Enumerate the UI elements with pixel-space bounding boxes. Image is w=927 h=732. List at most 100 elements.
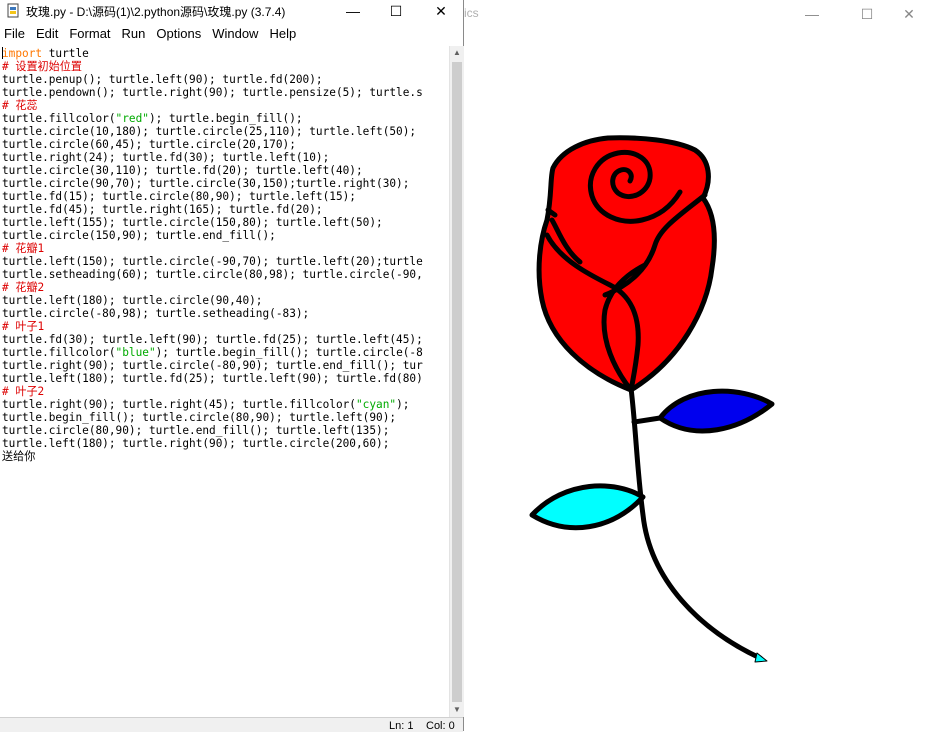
python-file-icon [7, 3, 19, 18]
leaf-connector [631, 415, 663, 425]
menu-bar: File Edit Format Run Options Window Help [0, 22, 463, 46]
code-line[interactable]: turtle.left(180); turtle.fd(25); turtle.… [2, 372, 448, 385]
code-token: ); turtle.begin_fill(); [148, 112, 303, 125]
code-line[interactable]: turtle.fd(30); turtle.left(90); turtle.f… [2, 333, 448, 346]
code-line[interactable]: turtle.setheading(60); turtle.circle(80,… [2, 268, 448, 281]
vertical-scrollbar[interactable]: ▲ ▼ [449, 46, 464, 717]
code-token: "red" [115, 112, 149, 125]
code-token: turtle.fillcolor( [2, 112, 116, 125]
code-line[interactable]: turtle.circle(-80,98); turtle.setheading… [2, 307, 448, 320]
code-token: turtle.fd(45); turtle.right(165); turtle… [2, 203, 323, 216]
turtle-canvas [529, 135, 775, 663]
code-line[interactable]: turtle.fillcolor("red"); turtle.begin_fi… [2, 112, 448, 125]
code-token: turtle.circle(30,110); turtle.fd(20); tu… [2, 164, 363, 177]
code-token: ); turtle.begin_fill(); turtle.circle(-8 [155, 346, 423, 359]
turtle-minimize-button[interactable]: — [789, 0, 835, 28]
code-token: turtle.circle(150,90); turtle.end_fill()… [2, 229, 276, 242]
code-token: turtle.circle(80,90); turtle.end_fill();… [2, 424, 390, 437]
menu-help[interactable]: Help [265, 22, 303, 46]
code-token: # 花瓣2 [2, 281, 45, 294]
turtle-window-title: ics [464, 6, 479, 20]
editor-close-button[interactable]: ✕ [418, 0, 464, 22]
code-token: 送给你 [2, 450, 36, 463]
code-line[interactable]: turtle.left(180); turtle.circle(90,40); [2, 294, 448, 307]
code-line[interactable]: turtle.circle(60,45); turtle.circle(20,1… [2, 138, 448, 151]
editor-titlebar[interactable]: 玫瑰.py - D:\源码(1)\2.python源码\玫瑰.py (3.7.4… [0, 0, 463, 22]
code-token: turtle.circle(-80,98); turtle.setheading… [2, 307, 310, 320]
menu-options[interactable]: Options [152, 22, 208, 46]
code-line[interactable]: # 叶子2 [2, 385, 448, 398]
turtle-cursor-icon [754, 652, 768, 663]
code-line[interactable]: turtle.fd(45); turtle.right(165); turtle… [2, 203, 448, 216]
code-token: turtle.fd(15); turtle.circle(80,90); tur… [2, 190, 356, 203]
code-token: # 叶子2 [2, 385, 45, 398]
menu-run[interactable]: Run [118, 22, 153, 46]
menu-window[interactable]: Window [208, 22, 265, 46]
code-token: "cyan" [356, 398, 397, 411]
code-line[interactable]: turtle.circle(10,180); turtle.circle(25,… [2, 125, 448, 138]
code-line[interactable]: turtle.circle(30,110); turtle.fd(20); tu… [2, 164, 448, 177]
code-line[interactable]: # 花蕊 [2, 99, 448, 112]
code-token: turtle.pendown(); turtle.right(90); turt… [2, 86, 423, 99]
menu-edit[interactable]: Edit [32, 22, 65, 46]
blue-leaf [657, 388, 775, 434]
code-token: turtle.setheading(60); turtle.circle(80,… [2, 268, 423, 281]
code-editor[interactable]: import turtle # 设置初始位置 turtle.penup(); tur… [2, 47, 448, 717]
code-token: # 花蕊 [2, 99, 38, 112]
code-line[interactable]: turtle.begin_fill(); turtle.circle(80,90… [2, 411, 448, 424]
code-line[interactable]: turtle.left(180); turtle.right(90); turt… [2, 437, 448, 450]
code-line[interactable]: turtle.circle(150,90); turtle.end_fill()… [2, 229, 448, 242]
code-line[interactable]: turtle.circle(80,90); turtle.end_fill();… [2, 424, 448, 437]
code-line[interactable]: turtle.left(155); turtle.circle(150,80);… [2, 216, 448, 229]
code-line[interactable]: turtle.right(24); turtle.fd(30); turtle.… [2, 151, 448, 164]
code-line[interactable]: turtle.circle(90,70); turtle.circle(30,1… [2, 177, 448, 190]
scroll-thumb[interactable] [452, 62, 462, 702]
code-token: turtle.left(180); turtle.right(90); turt… [2, 437, 390, 450]
code-token: turtle.right(90); turtle.right(45); turt… [2, 398, 356, 411]
turtle-maximize-button[interactable]: ☐ [844, 0, 890, 28]
turtle-graphics-window: ics — ☐ ✕ [464, 0, 927, 731]
code-token: # 设置初始位置 [2, 60, 82, 73]
editor-minimize-button[interactable]: — [330, 0, 376, 22]
code-token: "blue" [115, 346, 156, 359]
code-line[interactable]: # 花瓣1 [2, 242, 448, 255]
code-token: # 花瓣1 [2, 242, 45, 255]
rose-bloom [536, 135, 717, 393]
code-line[interactable]: turtle.right(90); turtle.right(45); turt… [2, 398, 448, 411]
code-token: turtle.right(24); turtle.fd(30); turtle.… [2, 151, 330, 164]
code-token: turtle.left(155); turtle.circle(150,80);… [2, 216, 383, 229]
code-token: ); [396, 398, 410, 411]
code-token: turtle.begin_fill(); turtle.circle(80,90… [2, 411, 397, 424]
status-bar: Ln: 1 Col: 0 [0, 717, 463, 732]
code-token: turtle.fd(30); turtle.left(90); turtle.f… [2, 333, 423, 346]
code-token: turtle.circle(60,45); turtle.circle(20,1… [2, 138, 296, 151]
idle-editor-window: 玫瑰.py - D:\源码(1)\2.python源码\玫瑰.py (3.7.4… [0, 0, 464, 732]
code-line[interactable]: import turtle [2, 47, 448, 60]
code-token: import [2, 47, 43, 60]
menu-file[interactable]: File [0, 22, 32, 46]
scroll-down-arrow-icon[interactable]: ▼ [450, 703, 464, 717]
code-line[interactable]: # 花瓣2 [2, 281, 448, 294]
cyan-leaf [529, 483, 646, 531]
code-line[interactable]: # 设置初始位置 [2, 60, 448, 73]
code-line[interactable]: turtle.fd(15); turtle.circle(80,90); tur… [2, 190, 448, 203]
code-line[interactable]: # 叶子1 [2, 320, 448, 333]
code-line[interactable]: turtle.left(150); turtle.circle(-90,70);… [2, 255, 448, 268]
turtle-close-button[interactable]: ✕ [886, 0, 927, 28]
code-token: turtle.penup(); turtle.left(90); turtle.… [2, 73, 323, 86]
code-token: turtle.fillcolor( [2, 346, 116, 359]
code-line[interactable]: turtle.pendown(); turtle.right(90); turt… [2, 86, 448, 99]
turtle-window-titlebar[interactable]: ics — ☐ ✕ [464, 0, 927, 28]
code-line[interactable]: turtle.fillcolor("blue"); turtle.begin_f… [2, 346, 448, 359]
code-token: # 叶子1 [2, 320, 45, 333]
code-line[interactable]: 送给你 [2, 450, 448, 463]
status-line-number: Ln: 1 [389, 720, 414, 732]
menu-format[interactable]: Format [65, 22, 117, 46]
code-line[interactable]: turtle.penup(); turtle.left(90); turtle.… [2, 73, 448, 86]
code-token: turtle.circle(10,180); turtle.circle(25,… [2, 125, 417, 138]
scroll-up-arrow-icon[interactable]: ▲ [450, 46, 464, 60]
code-line[interactable]: turtle.right(90); turtle.circle(-80,90);… [2, 359, 448, 372]
editor-maximize-button[interactable]: ☐ [373, 0, 419, 22]
code-token: turtle.right(90); turtle.circle(-80,90);… [2, 359, 423, 372]
editor-window-title: 玫瑰.py - D:\源码(1)\2.python源码\玫瑰.py (3.7.4… [26, 5, 286, 19]
